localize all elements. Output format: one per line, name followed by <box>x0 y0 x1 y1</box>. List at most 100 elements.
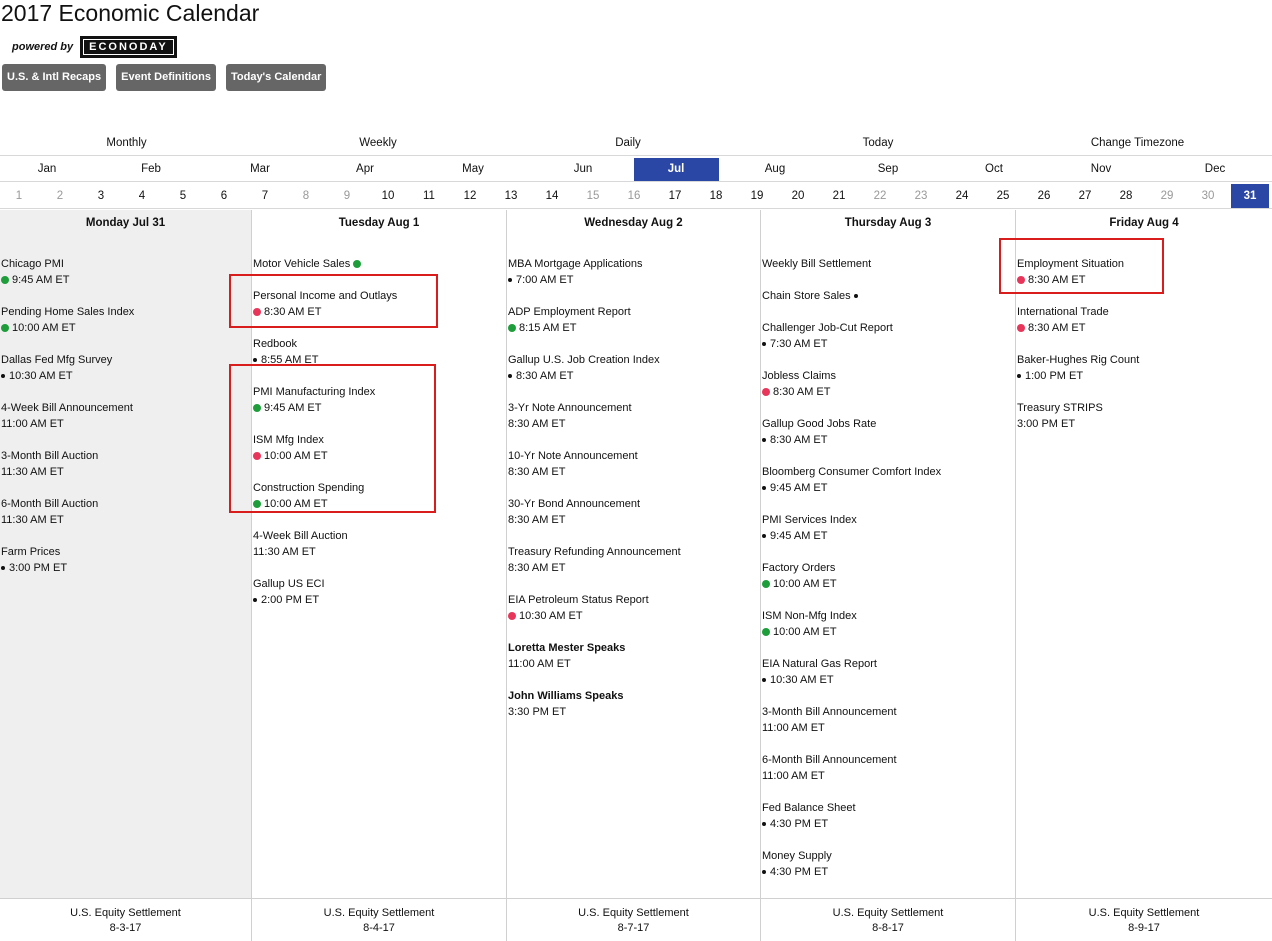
event-name[interactable]: Weekly Bill Settlement <box>762 258 871 270</box>
event-name[interactable]: 3-Month Bill Announcement <box>762 706 897 718</box>
day-7[interactable]: 7 <box>245 184 285 208</box>
event-item[interactable]: 3-Month Bill Auction 11:30 AM ET <box>1 448 251 496</box>
day-19[interactable]: 19 <box>737 184 777 208</box>
tab-change-timezone[interactable]: Change Timezone <box>1003 132 1272 155</box>
event-item[interactable]: Loretta Mester Speaks 11:00 AM ET <box>508 640 760 688</box>
event-item[interactable]: Treasury Refunding Announcement 8:30 AM E… <box>508 544 760 592</box>
event-item[interactable]: 6-Month Bill Auction 11:30 AM ET <box>1 496 251 544</box>
event-name[interactable]: 30-Yr Bond Announcement <box>508 498 640 510</box>
event-item[interactable]: 4-Week Bill Announcement 11:00 AM ET <box>1 400 251 448</box>
event-name[interactable]: Chain Store Sales <box>762 290 851 302</box>
event-item[interactable]: Jobless Claims 8:30 AM ET <box>762 368 1015 416</box>
event-name[interactable]: Gallup US ECI <box>253 578 325 590</box>
event-item[interactable]: Farm Prices 3:00 PM ET <box>1 544 251 592</box>
event-name[interactable]: EIA Petroleum Status Report <box>508 594 649 606</box>
event-item[interactable]: Fed Balance Sheet 4:30 PM ET <box>762 800 1015 848</box>
day-18[interactable]: 18 <box>696 184 736 208</box>
day-20[interactable]: 20 <box>778 184 818 208</box>
event-name[interactable]: Fed Balance Sheet <box>762 802 856 814</box>
day-21[interactable]: 21 <box>819 184 859 208</box>
month-mar[interactable]: Mar <box>220 158 300 181</box>
day-1[interactable]: 1 <box>0 184 39 208</box>
event-name[interactable]: Dallas Fed Mfg Survey <box>1 354 112 366</box>
day-6[interactable]: 6 <box>204 184 244 208</box>
day-27[interactable]: 27 <box>1065 184 1105 208</box>
tab-monthly[interactable]: Monthly <box>0 132 253 155</box>
day-14[interactable]: 14 <box>532 184 572 208</box>
day-4[interactable]: 4 <box>122 184 162 208</box>
tab-weekly[interactable]: Weekly <box>253 132 503 155</box>
day-3[interactable]: 3 <box>81 184 121 208</box>
event-item[interactable]: 4-Week Bill Auction 11:30 AM ET <box>253 528 506 576</box>
event-definitions-button[interactable]: Event Definitions <box>116 64 216 91</box>
month-jan[interactable]: Jan <box>7 158 87 181</box>
event-name[interactable]: 4-Week Bill Auction <box>253 530 348 542</box>
day-28[interactable]: 28 <box>1106 184 1146 208</box>
event-item[interactable]: Factory Orders 10:00 AM ET <box>762 560 1015 608</box>
month-may[interactable]: May <box>433 158 513 181</box>
day-column-footer[interactable]: U.S. Equity Settlement 8-4-17 <box>252 898 506 941</box>
event-item[interactable]: 3-Month Bill Announcement 11:00 AM ET <box>762 704 1015 752</box>
event-item[interactable]: 3-Yr Note Announcement 8:30 AM ET <box>508 400 760 448</box>
event-name[interactable]: Bloomberg Consumer Comfort Index <box>762 466 941 478</box>
todays-calendar-button[interactable]: Today's Calendar <box>225 64 327 91</box>
event-name[interactable]: Loretta Mester Speaks <box>508 642 625 654</box>
event-item[interactable]: Construction Spending 10:00 AM ET <box>253 480 506 528</box>
event-item[interactable]: John Williams Speaks 3:30 PM ET <box>508 688 760 736</box>
event-item[interactable]: EIA Natural Gas Report 10:30 AM ET <box>762 656 1015 704</box>
event-name[interactable]: Factory Orders <box>762 562 835 574</box>
event-item[interactable]: Baker-Hughes Rig Count 1:00 PM ET <box>1017 352 1272 400</box>
event-item[interactable]: PMI Services Index 9:45 AM ET <box>762 512 1015 560</box>
event-item[interactable]: Weekly Bill Settlement <box>762 256 1015 288</box>
day-17[interactable]: 17 <box>655 184 695 208</box>
event-item[interactable]: Dallas Fed Mfg Survey 10:30 AM ET <box>1 352 251 400</box>
event-name[interactable]: Chicago PMI <box>1 258 64 270</box>
month-feb[interactable]: Feb <box>111 158 191 181</box>
event-name[interactable]: 10-Yr Note Announcement <box>508 450 638 462</box>
event-item[interactable]: International Trade 8:30 AM ET <box>1017 304 1272 352</box>
event-item[interactable]: PMI Manufacturing Index 9:45 AM ET <box>253 384 506 432</box>
event-name[interactable]: Employment Situation <box>1017 258 1124 270</box>
month-nov[interactable]: Nov <box>1061 158 1141 181</box>
day-column-footer[interactable]: U.S. Equity Settlement 8-8-17 <box>761 898 1015 941</box>
day-13[interactable]: 13 <box>491 184 531 208</box>
event-name[interactable]: Motor Vehicle Sales <box>253 258 350 270</box>
econoday-logo[interactable]: ECONODAY <box>80 36 177 58</box>
day-31[interactable]: 31 <box>1231 184 1269 208</box>
event-item[interactable]: 10-Yr Note Announcement 8:30 AM ET <box>508 448 760 496</box>
day-16[interactable]: 16 <box>614 184 654 208</box>
day-25[interactable]: 25 <box>983 184 1023 208</box>
day-5[interactable]: 5 <box>163 184 203 208</box>
event-name[interactable]: Jobless Claims <box>762 370 836 382</box>
event-name[interactable]: ADP Employment Report <box>508 306 631 318</box>
event-item[interactable]: Gallup U.S. Job Creation Index 8:30 AM ET <box>508 352 760 400</box>
month-apr[interactable]: Apr <box>325 158 405 181</box>
event-item[interactable]: 6-Month Bill Announcement 11:00 AM ET <box>762 752 1015 800</box>
event-name[interactable]: 6-Month Bill Auction <box>1 498 98 510</box>
event-item[interactable]: Chicago PMI 9:45 AM ET <box>1 256 251 304</box>
event-name[interactable]: PMI Manufacturing Index <box>253 386 375 398</box>
event-name[interactable]: EIA Natural Gas Report <box>762 658 877 670</box>
day-column-footer[interactable]: U.S. Equity Settlement 8-3-17 <box>0 898 251 941</box>
event-name[interactable]: Construction Spending <box>253 482 364 494</box>
event-name[interactable]: John Williams Speaks <box>508 690 623 702</box>
month-sep[interactable]: Sep <box>848 158 928 181</box>
month-dec[interactable]: Dec <box>1175 158 1255 181</box>
event-name[interactable]: Gallup U.S. Job Creation Index <box>508 354 660 366</box>
event-name[interactable]: 6-Month Bill Announcement <box>762 754 897 766</box>
event-item[interactable]: Chain Store Sales <box>762 288 1015 320</box>
event-name[interactable]: ISM Mfg Index <box>253 434 324 446</box>
event-item[interactable]: ISM Non-Mfg Index 10:00 AM ET <box>762 608 1015 656</box>
month-jun[interactable]: Jun <box>543 158 623 181</box>
event-item[interactable]: Employment Situation 8:30 AM ET <box>1017 256 1272 304</box>
event-item[interactable]: Bloomberg Consumer Comfort Index 9:45 AM … <box>762 464 1015 512</box>
event-item[interactable]: MBA Mortgage Applications 7:00 AM ET <box>508 256 760 304</box>
day-9[interactable]: 9 <box>327 184 367 208</box>
event-name[interactable]: International Trade <box>1017 306 1109 318</box>
day-15[interactable]: 15 <box>573 184 613 208</box>
event-item[interactable]: EIA Petroleum Status Report 10:30 AM ET <box>508 592 760 640</box>
day-12[interactable]: 12 <box>450 184 490 208</box>
event-name[interactable]: 4-Week Bill Announcement <box>1 402 133 414</box>
day-11[interactable]: 11 <box>409 184 449 208</box>
event-name[interactable]: Treasury STRIPS <box>1017 402 1103 414</box>
